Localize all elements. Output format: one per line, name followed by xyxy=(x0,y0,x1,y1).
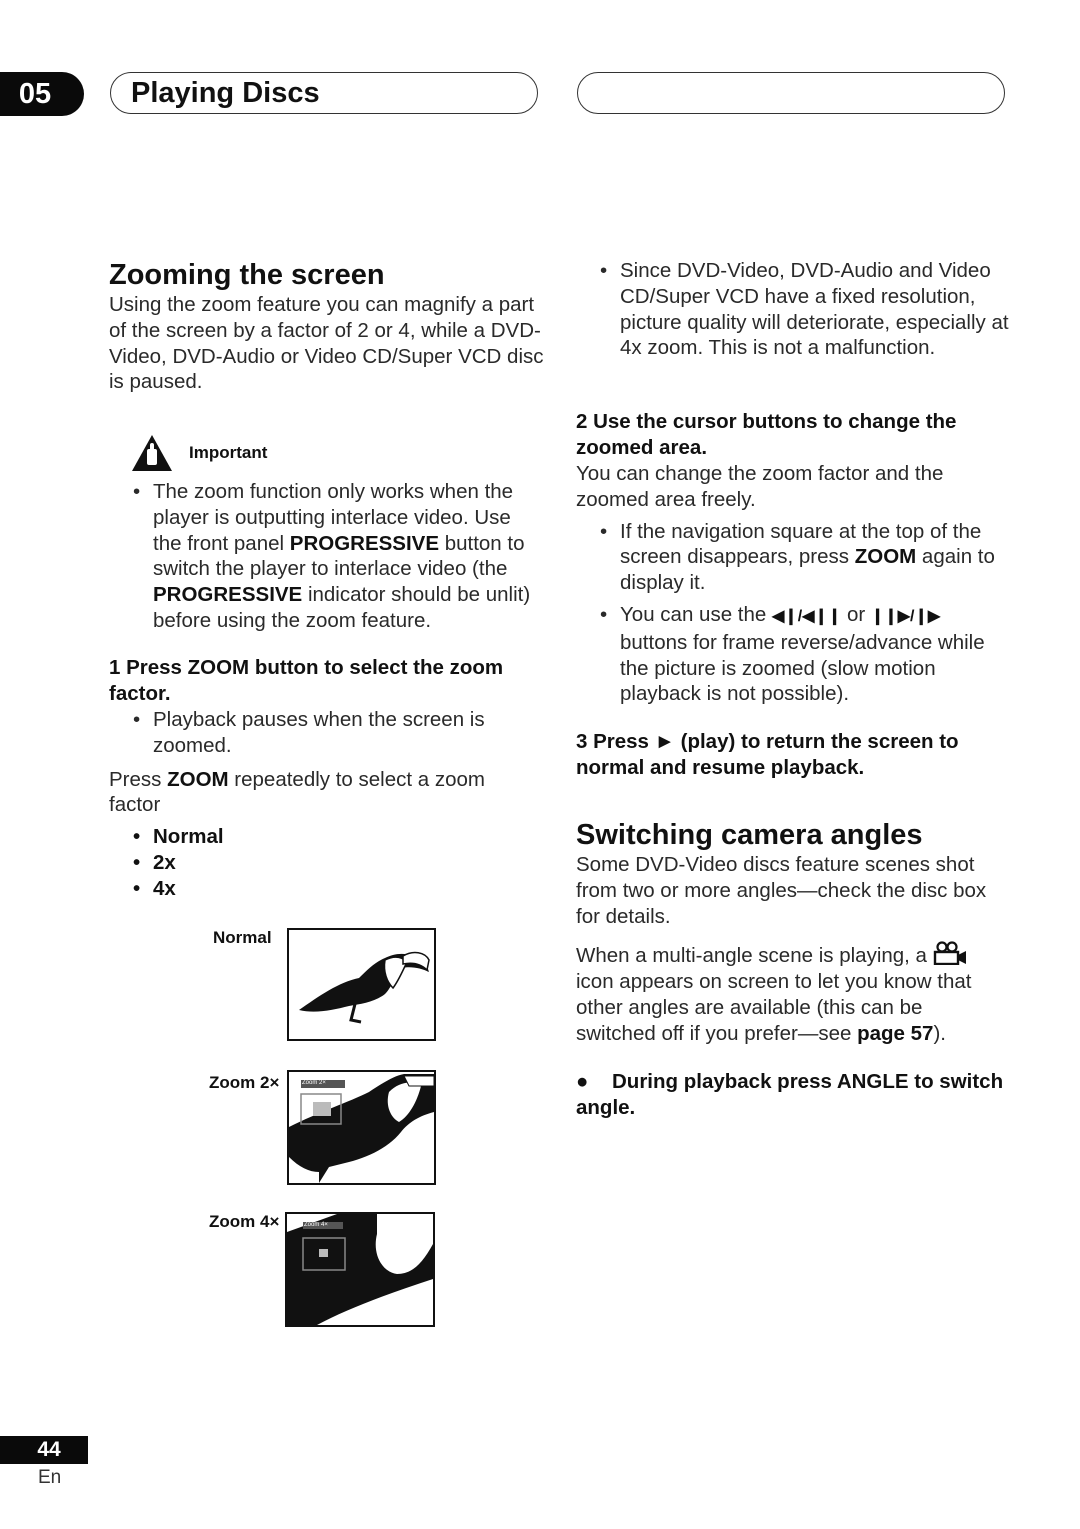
step-2: 2 Use the cursor buttons to change the z… xyxy=(576,409,1006,707)
warning-hand-icon xyxy=(132,435,172,471)
step-2-body: You can change the zoom factor and the z… xyxy=(576,462,944,511)
chapter-title-banner: Playing Discs xyxy=(110,72,538,114)
section-heading-camera-angles: Switching camera angles xyxy=(576,819,923,851)
zoom-options-list: Normal 2x 4x xyxy=(109,824,529,901)
progressive-button-ref: PROGRESSIVE xyxy=(289,531,440,555)
blank-header-banner xyxy=(577,72,1005,114)
zoom-option: 2x xyxy=(109,850,529,876)
toucan-illustration xyxy=(299,951,430,1024)
angle-step-heading: ● During playback press ANGLE to switch a… xyxy=(576,1070,1004,1119)
figure-zoom-4x: Zoom 4× xyxy=(285,1212,435,1327)
multi-angle-text: When a multi-angle scene is playing, a i… xyxy=(576,941,1006,1046)
zoom-option: 4x xyxy=(109,876,529,902)
zoom-option: Normal xyxy=(109,824,529,850)
chapter-number: 05 xyxy=(18,77,52,110)
toucan-zoom-4x-illustration xyxy=(287,1214,433,1325)
section-heading-zooming: Zooming the screen xyxy=(109,259,385,291)
zooming-intro-text: Using the zoom feature you can magnify a… xyxy=(109,293,544,394)
zoom-4x-overlay-label: Zoom 4× xyxy=(304,1222,328,1228)
important-bullet: The zoom function only works when the pl… xyxy=(109,479,544,634)
figure-label-normal: Normal xyxy=(213,928,272,947)
important-label: Important xyxy=(189,443,268,462)
page-57-link[interactable]: page 57 xyxy=(857,1022,933,1045)
step-1: 1 Press ZOOM button to select the zoom f… xyxy=(109,655,529,902)
frame-reverse-icon: ◀❙/◀❙❙ xyxy=(771,607,842,625)
zooming-section-intro: Zooming the screen Using the zoom featur… xyxy=(109,258,544,395)
figure-label-zoom-4x: Zoom 4× xyxy=(209,1212,280,1231)
toucan-zoom-2x-illustration xyxy=(289,1074,434,1183)
progressive-indicator-ref: PROGRESSIVE xyxy=(153,583,303,607)
chapter-number-tab: 05 xyxy=(0,72,84,116)
step-1-heading: 1 Press ZOOM button to select the zoom f… xyxy=(109,656,504,705)
important-notice: Important xyxy=(131,434,267,472)
press-zoom-text: Press ZOOM repeatedly to select a zoom f… xyxy=(109,767,485,817)
camera-angle-icon xyxy=(933,941,966,966)
figure-label-zoom-2x: Zoom 2× xyxy=(209,1073,280,1092)
figure-zoom-2x: Zoom 2× xyxy=(287,1070,436,1185)
navigation-bullet: If the navigation square at the top of t… xyxy=(576,519,1006,596)
frame-advance-bullet: You can use the ◀❙/◀❙❙ or ❙❙▶/❙▶ buttons… xyxy=(576,602,1006,707)
angle-step: ● During playback press ANGLE to switch a… xyxy=(576,1069,1006,1121)
resolution-bullet: Since DVD-Video, DVD-Audio and Video CD/… xyxy=(576,258,1011,361)
language-label: En xyxy=(38,1467,62,1488)
step-3: 3 Press ► (play) to return the screen to… xyxy=(576,729,1006,781)
chapter-title: Playing Discs xyxy=(131,76,320,109)
zoom-2x-overlay-label: Zoom 2× xyxy=(302,1080,326,1086)
step-2-heading: 2 Use the cursor buttons to change the z… xyxy=(576,410,957,459)
angles-intro-text: Some DVD-Video discs feature scenes shot… xyxy=(576,853,987,928)
page-number: 44 xyxy=(37,1438,61,1461)
resolution-note: Since DVD-Video, DVD-Audio and Video CD/… xyxy=(576,258,1011,361)
figure-normal xyxy=(287,928,436,1041)
step-1-bullet: Playback pauses when the screen is zoome… xyxy=(109,707,529,759)
camera-angles-section: Switching camera angles Some DVD-Video d… xyxy=(576,818,1006,1047)
page-number-tab: 44 xyxy=(0,1436,88,1464)
frame-advance-icon: ❙❙▶/❙▶ xyxy=(870,607,941,625)
filled-bullet-icon: ● xyxy=(576,1070,589,1093)
step-3-heading: 3 Press ► (play) to return the screen to… xyxy=(576,730,959,779)
